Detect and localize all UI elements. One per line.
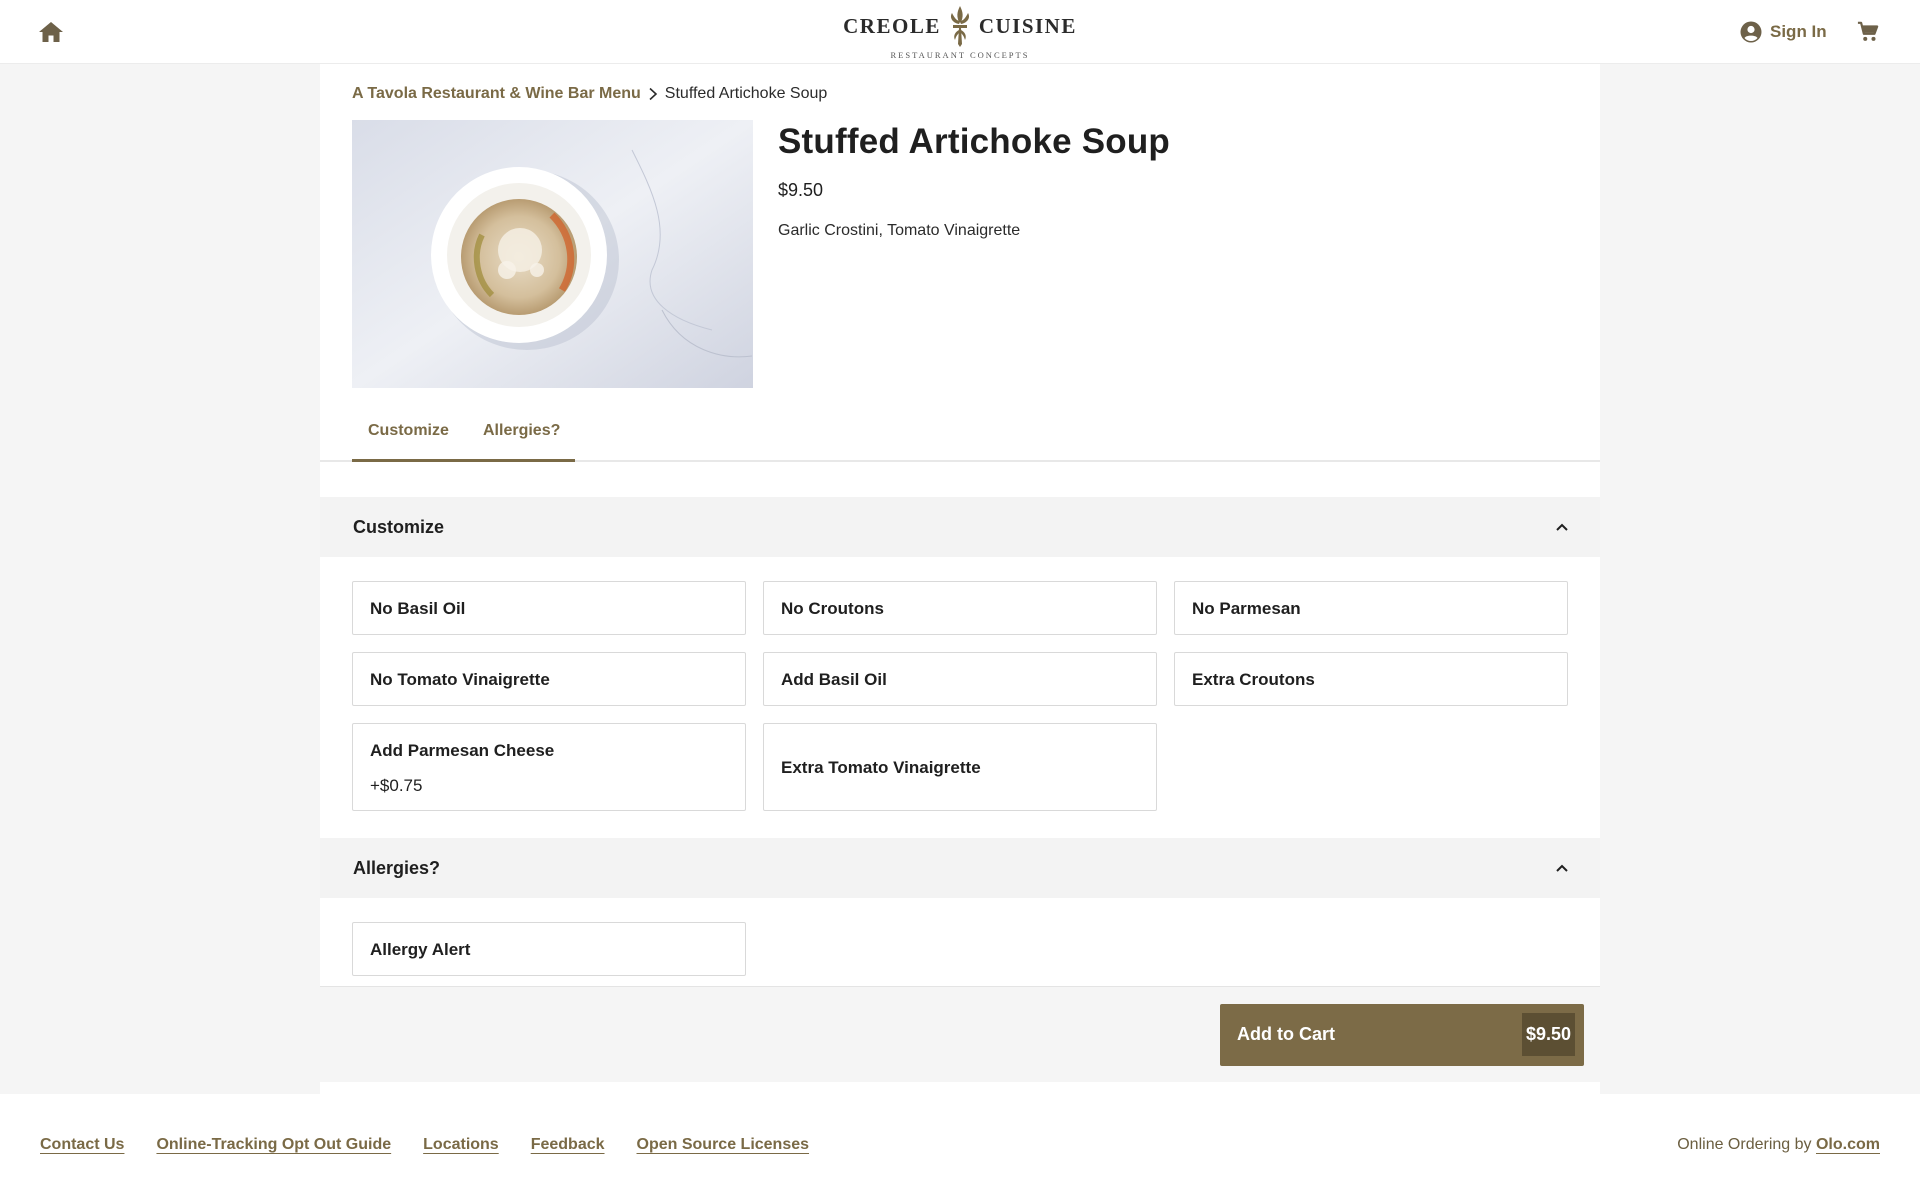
powered-by-prefix: Online Ordering by bbox=[1677, 1136, 1812, 1153]
brand-logo[interactable]: CREOLE CUISINE RESTAURANT CONCEPTS bbox=[843, 2, 1075, 62]
product-image bbox=[352, 120, 753, 388]
allergies-section-header[interactable]: Allergies? bbox=[320, 838, 1600, 898]
sign-in-button[interactable]: Sign In bbox=[1740, 20, 1827, 44]
option-label: Add Basil Oil bbox=[781, 670, 887, 689]
option-label: Allergy Alert bbox=[370, 940, 471, 959]
tab-customize[interactable]: Customize bbox=[368, 422, 449, 440]
footer-links: Contact Us Online-Tracking Opt Out Guide… bbox=[40, 1136, 809, 1154]
logo-wordmark: CREOLE CUISINE bbox=[843, 4, 1077, 48]
option-no-basil-oil[interactable]: No Basil Oil bbox=[352, 581, 746, 635]
page-footer: Contact Us Online-Tracking Opt Out Guide… bbox=[0, 1094, 1920, 1199]
option-label: Extra Croutons bbox=[1192, 670, 1315, 689]
sign-in-label: Sign In bbox=[1770, 22, 1827, 41]
logo-left-word: CREOLE bbox=[843, 13, 941, 38]
footer-link-locations[interactable]: Locations bbox=[423, 1136, 499, 1154]
add-to-cart-label: Add to Cart bbox=[1237, 1024, 1335, 1044]
footer-link-open-source-licenses[interactable]: Open Source Licenses bbox=[637, 1136, 810, 1154]
option-label: No Tomato Vinaigrette bbox=[370, 670, 550, 689]
section-tabs: Customize Allergies? bbox=[320, 404, 1600, 462]
option-price: +$0.75 bbox=[370, 776, 423, 795]
option-no-tomato-vinaigrette[interactable]: No Tomato Vinaigrette bbox=[352, 652, 746, 706]
option-no-croutons[interactable]: No Croutons bbox=[763, 581, 1157, 635]
home-icon bbox=[39, 22, 63, 42]
account-circle-icon bbox=[1740, 21, 1762, 43]
allergies-section-title: Allergies? bbox=[353, 858, 441, 878]
product-panel: A Tavola Restaurant & Wine Bar Menu Stuf… bbox=[320, 64, 1600, 1094]
tab-active-indicator bbox=[352, 459, 575, 462]
product-title: Stuffed Artichoke Soup bbox=[778, 122, 1170, 161]
option-allergy-alert[interactable]: Allergy Alert bbox=[352, 922, 746, 976]
chevron-right-icon bbox=[649, 87, 657, 101]
soup-bowl-image bbox=[352, 120, 753, 388]
tab-allergies[interactable]: Allergies? bbox=[483, 422, 560, 440]
option-extra-croutons[interactable]: Extra Croutons bbox=[1174, 652, 1568, 706]
option-add-basil-oil[interactable]: Add Basil Oil bbox=[763, 652, 1157, 706]
option-no-parmesan[interactable]: No Parmesan bbox=[1174, 581, 1568, 635]
option-label: No Basil Oil bbox=[370, 599, 466, 618]
fleur-de-lis-icon bbox=[950, 6, 969, 47]
chevron-up-icon[interactable] bbox=[1552, 858, 1572, 878]
olo-link[interactable]: Olo.com bbox=[1816, 1136, 1880, 1153]
cart-icon bbox=[1857, 21, 1879, 41]
option-label: Extra Tomato Vinaigrette bbox=[781, 758, 981, 777]
powered-by: Online Ordering by Olo.com bbox=[1677, 1136, 1880, 1154]
product-description: Garlic Crostini, Tomato Vinaigrette bbox=[778, 222, 1021, 239]
logo-right-word: CUISINE bbox=[978, 13, 1077, 38]
customize-section-title: Customize bbox=[353, 517, 445, 537]
footer-link-opt-out-guide[interactable]: Online-Tracking Opt Out Guide bbox=[156, 1136, 391, 1154]
breadcrumb: A Tavola Restaurant & Wine Bar Menu Stuf… bbox=[352, 84, 827, 104]
chevron-up-icon[interactable] bbox=[1552, 517, 1572, 537]
option-extra-tomato-vinaigrette[interactable]: Extra Tomato Vinaigrette bbox=[763, 723, 1157, 811]
option-label: No Croutons bbox=[781, 599, 884, 618]
option-label: Add Parmesan Cheese bbox=[370, 741, 555, 760]
customize-section-header[interactable]: Customize bbox=[320, 497, 1600, 557]
option-label: No Parmesan bbox=[1192, 599, 1301, 618]
top-header: CREOLE CUISINE RESTAURANT CONCEPTS Sign … bbox=[0, 0, 1920, 64]
cart-button[interactable] bbox=[1855, 19, 1881, 45]
home-button[interactable] bbox=[36, 18, 66, 46]
footer-link-contact-us[interactable]: Contact Us bbox=[40, 1136, 124, 1154]
breadcrumb-menu-link[interactable]: A Tavola Restaurant & Wine Bar Menu bbox=[352, 85, 641, 103]
logo-subtitle: RESTAURANT CONCEPTS bbox=[890, 50, 1030, 60]
cart-total-price: $9.50 bbox=[1521, 1013, 1575, 1056]
add-to-cart-bar: Add to Cart $9.50 bbox=[320, 986, 1600, 1082]
product-price: $9.50 bbox=[778, 180, 824, 200]
option-add-parmesan-cheese[interactable]: Add Parmesan Cheese +$0.75 bbox=[352, 723, 746, 811]
footer-link-feedback[interactable]: Feedback bbox=[531, 1136, 605, 1154]
add-to-cart-button[interactable]: Add to Cart $9.50 bbox=[1220, 1004, 1584, 1066]
breadcrumb-current: Stuffed Artichoke Soup bbox=[664, 85, 828, 102]
